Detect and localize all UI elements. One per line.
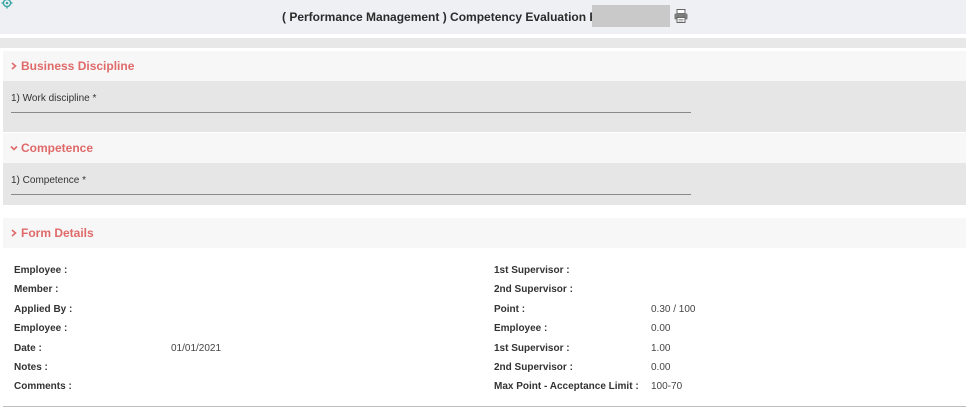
detail-label: 1st Supervisor : bbox=[494, 343, 570, 354]
form-details-panel: Employee : Member : Applied By : Employe… bbox=[3, 248, 966, 406]
chevron-right-icon bbox=[11, 62, 17, 70]
detail-label: 2nd Supervisor : bbox=[494, 284, 573, 295]
detail-value: 0.00 bbox=[651, 323, 671, 334]
section-title: Form Details bbox=[21, 226, 94, 240]
header-bar: ( Performance Management ) Competency Ev… bbox=[0, 0, 966, 34]
section-header-business-discipline[interactable]: Business Discipline bbox=[3, 51, 966, 81]
divider-band bbox=[0, 38, 966, 48]
detail-label: Date : bbox=[14, 343, 42, 354]
section-title: Competence bbox=[21, 141, 94, 155]
printer-icon[interactable] bbox=[673, 8, 689, 24]
detail-value: 01/01/2021 bbox=[171, 343, 222, 354]
question-input-line[interactable] bbox=[11, 194, 691, 195]
section-body-competence: 1) Competence * bbox=[3, 163, 966, 205]
detail-label: Employee : bbox=[14, 323, 68, 334]
chevron-right-icon bbox=[11, 229, 17, 237]
gear-icon[interactable] bbox=[1, 0, 13, 9]
detail-label: 1st Supervisor : bbox=[494, 265, 570, 276]
detail-label: Comments : bbox=[14, 381, 72, 392]
question-input-line[interactable] bbox=[11, 112, 691, 113]
question-label: 1) Work discipline * bbox=[11, 93, 97, 104]
section-header-form-details[interactable]: Form Details bbox=[3, 218, 966, 248]
divider bbox=[3, 406, 966, 407]
detail-label: 2nd Supervisor : bbox=[494, 362, 573, 373]
question-label: 1) Competence * bbox=[11, 175, 87, 186]
section-body-business-discipline: 1) Work discipline * bbox=[3, 81, 966, 132]
redacted-field bbox=[592, 5, 670, 27]
detail-label: Employee : bbox=[494, 323, 548, 334]
detail-value: 100-70 bbox=[651, 381, 683, 392]
detail-value: 0.30 / 100 bbox=[651, 304, 696, 315]
chevron-down-icon bbox=[10, 145, 18, 151]
section-header-competence[interactable]: Competence bbox=[3, 133, 966, 163]
detail-label: Member : bbox=[14, 284, 59, 295]
page-title: ( Performance Management ) Competency Ev… bbox=[282, 10, 630, 24]
detail-label: Max Point - Acceptance Limit : bbox=[494, 381, 639, 392]
detail-value: 0.00 bbox=[651, 362, 671, 373]
detail-label: Notes : bbox=[14, 362, 48, 373]
detail-label: Employee : bbox=[14, 265, 68, 276]
detail-label: Applied By : bbox=[14, 304, 73, 315]
detail-value: 1.00 bbox=[651, 343, 671, 354]
detail-label: Point : bbox=[494, 304, 526, 315]
section-title: Business Discipline bbox=[21, 59, 135, 73]
